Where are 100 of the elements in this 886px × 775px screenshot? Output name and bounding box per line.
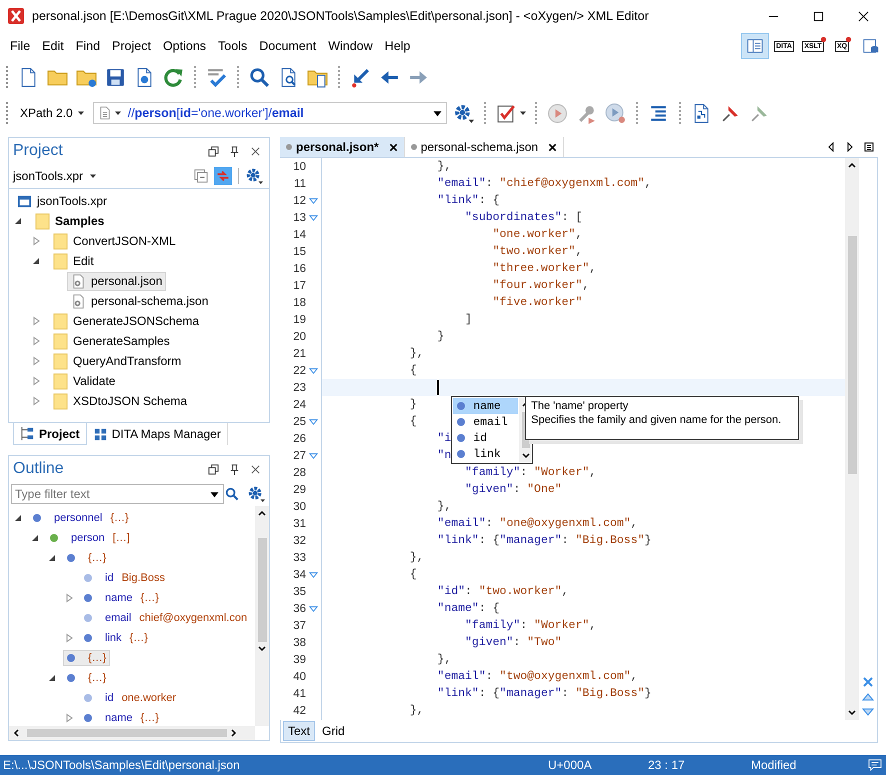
scroll-thumb[interactable] — [258, 538, 266, 642]
completion-item[interactable]: id — [453, 430, 518, 446]
next-mark-icon[interactable] — [862, 706, 874, 718]
filter-field[interactable]: Type filter text — [11, 484, 224, 504]
tree-item[interactable]: personal.json — [67, 272, 166, 290]
collapsed-icon[interactable] — [31, 336, 41, 346]
tab-left-icon[interactable] — [826, 142, 836, 152]
collapsed-icon[interactable] — [31, 376, 41, 386]
editor-tab[interactable]: personal.json* — [280, 137, 405, 157]
outline-item[interactable]: email chief@oxygenxml.con — [80, 610, 252, 626]
outline-item[interactable]: id one.worker — [80, 690, 180, 706]
outline-item[interactable]: name {…} — [80, 590, 163, 606]
menu-item[interactable]: Project — [106, 36, 157, 56]
menu-item[interactable]: Options — [156, 36, 212, 56]
folder-icon — [53, 392, 68, 410]
tree-item[interactable]: Validate — [49, 370, 120, 392]
completion-item[interactable]: name — [453, 398, 518, 414]
panel-title: Project — [13, 142, 63, 160]
search-icon[interactable] — [225, 487, 239, 501]
close-icon[interactable] — [388, 142, 398, 152]
expanded-icon[interactable] — [13, 216, 23, 226]
xpath-version-dropdown[interactable]: XPath 2.0 — [16, 106, 89, 120]
clear-marks-icon[interactable] — [862, 676, 874, 688]
outline-item[interactable]: id Big.Boss — [80, 570, 169, 586]
scroll-thumb[interactable] — [27, 729, 227, 737]
outline-item[interactable]: {…} — [63, 650, 110, 666]
collapsed-icon[interactable] — [31, 236, 41, 246]
message-icon[interactable] — [868, 759, 882, 771]
gear-icon[interactable] — [247, 485, 265, 503]
view-tab[interactable]: Grid — [317, 721, 350, 741]
file-icon — [98, 106, 112, 120]
completion-item[interactable]: link — [453, 446, 518, 462]
project-dropdown[interactable]: jsonTools.xpr — [13, 169, 98, 183]
fold-icon[interactable] — [309, 196, 318, 204]
expanded-icon[interactable] — [47, 553, 57, 563]
caret-icon[interactable] — [518, 109, 527, 117]
panel-tab[interactable]: Project — [13, 423, 87, 445]
tree-item[interactable]: Edit — [49, 250, 98, 272]
tree-item[interactable]: jsonTools.xpr — [13, 192, 112, 210]
collapsed-icon[interactable] — [64, 593, 74, 603]
close-icon[interactable] — [250, 464, 261, 474]
close-icon[interactable] — [548, 142, 558, 152]
line-number: 10 — [293, 160, 306, 172]
menu-item[interactable]: Edit — [36, 36, 70, 56]
restore-icon[interactable] — [208, 146, 219, 156]
gear-icon[interactable] — [245, 167, 263, 185]
menu-item[interactable]: Document — [253, 36, 322, 56]
expanded-icon[interactable] — [30, 533, 40, 543]
menu-item[interactable]: Find — [70, 36, 106, 56]
outline-item[interactable]: name {…} — [80, 710, 163, 726]
previous-mark-icon[interactable] — [862, 691, 874, 703]
menu-item[interactable]: Window — [322, 36, 379, 56]
editor-tab[interactable]: personal-schema.json — [404, 137, 564, 157]
expanded-icon[interactable] — [31, 256, 41, 266]
collapsed-icon[interactable] — [64, 713, 74, 723]
collapsed-icon[interactable] — [31, 356, 41, 366]
scroll-thumb[interactable] — [848, 236, 856, 474]
perspective-button[interactable] — [741, 33, 769, 59]
tree-item[interactable]: GenerateJSONSchema — [49, 310, 204, 332]
collapsed-icon[interactable] — [31, 396, 41, 406]
menu-item[interactable]: File — [4, 36, 36, 56]
tree-item[interactable]: XSDtoJSON Schema — [49, 390, 192, 412]
collapsed-icon[interactable] — [64, 633, 74, 643]
panel-tab[interactable]: DITA Maps Manager — [86, 423, 228, 445]
expanded-icon[interactable] — [13, 513, 23, 523]
tree-item[interactable]: GenerateSamples — [49, 330, 174, 352]
fold-icon[interactable] — [309, 570, 318, 578]
outline-item[interactable]: link {…} — [80, 630, 152, 646]
outline-item[interactable]: {…} — [63, 550, 110, 566]
code-line: }, — [408, 347, 424, 360]
tab-list-icon[interactable] — [864, 142, 874, 152]
collapse-icon[interactable] — [194, 169, 208, 183]
outline-item[interactable]: personnel {…} — [29, 510, 133, 526]
fold-icon[interactable] — [309, 214, 318, 222]
caret-icon — [114, 109, 122, 117]
fold-icon[interactable] — [309, 366, 318, 374]
menu-item[interactable]: Tools — [212, 36, 254, 56]
tree-item[interactable]: personal-schema.json — [67, 292, 212, 310]
line-number: 28 — [293, 466, 306, 478]
tree-item[interactable]: ConvertJSON-XML — [49, 230, 180, 252]
fold-icon[interactable] — [309, 452, 318, 460]
xpath-field[interactable]: //person[id='one.worker']/email — [92, 102, 447, 124]
collapsed-icon[interactable] — [31, 316, 41, 326]
expanded-icon[interactable] — [47, 673, 57, 683]
menu-item[interactable]: Help — [378, 36, 416, 56]
close-icon[interactable] — [250, 146, 261, 156]
code-line: "three.worker", — [492, 262, 596, 275]
fold-icon[interactable] — [309, 418, 318, 426]
fold-icon[interactable] — [309, 604, 318, 612]
tree-item[interactable]: QueryAndTransform — [49, 350, 186, 372]
tab-right-icon[interactable] — [845, 142, 855, 152]
completion-item[interactable]: email — [453, 414, 518, 430]
outline-item[interactable]: person […] — [46, 530, 134, 546]
pin-icon[interactable] — [229, 464, 240, 474]
view-tab[interactable]: Text — [283, 721, 316, 741]
tree-item[interactable]: Samples — [31, 210, 108, 232]
restore-icon[interactable] — [208, 464, 219, 474]
play-gear-icon[interactable] — [602, 100, 628, 126]
outline-item[interactable]: {…} — [63, 670, 110, 686]
pin-icon[interactable] — [229, 146, 240, 156]
